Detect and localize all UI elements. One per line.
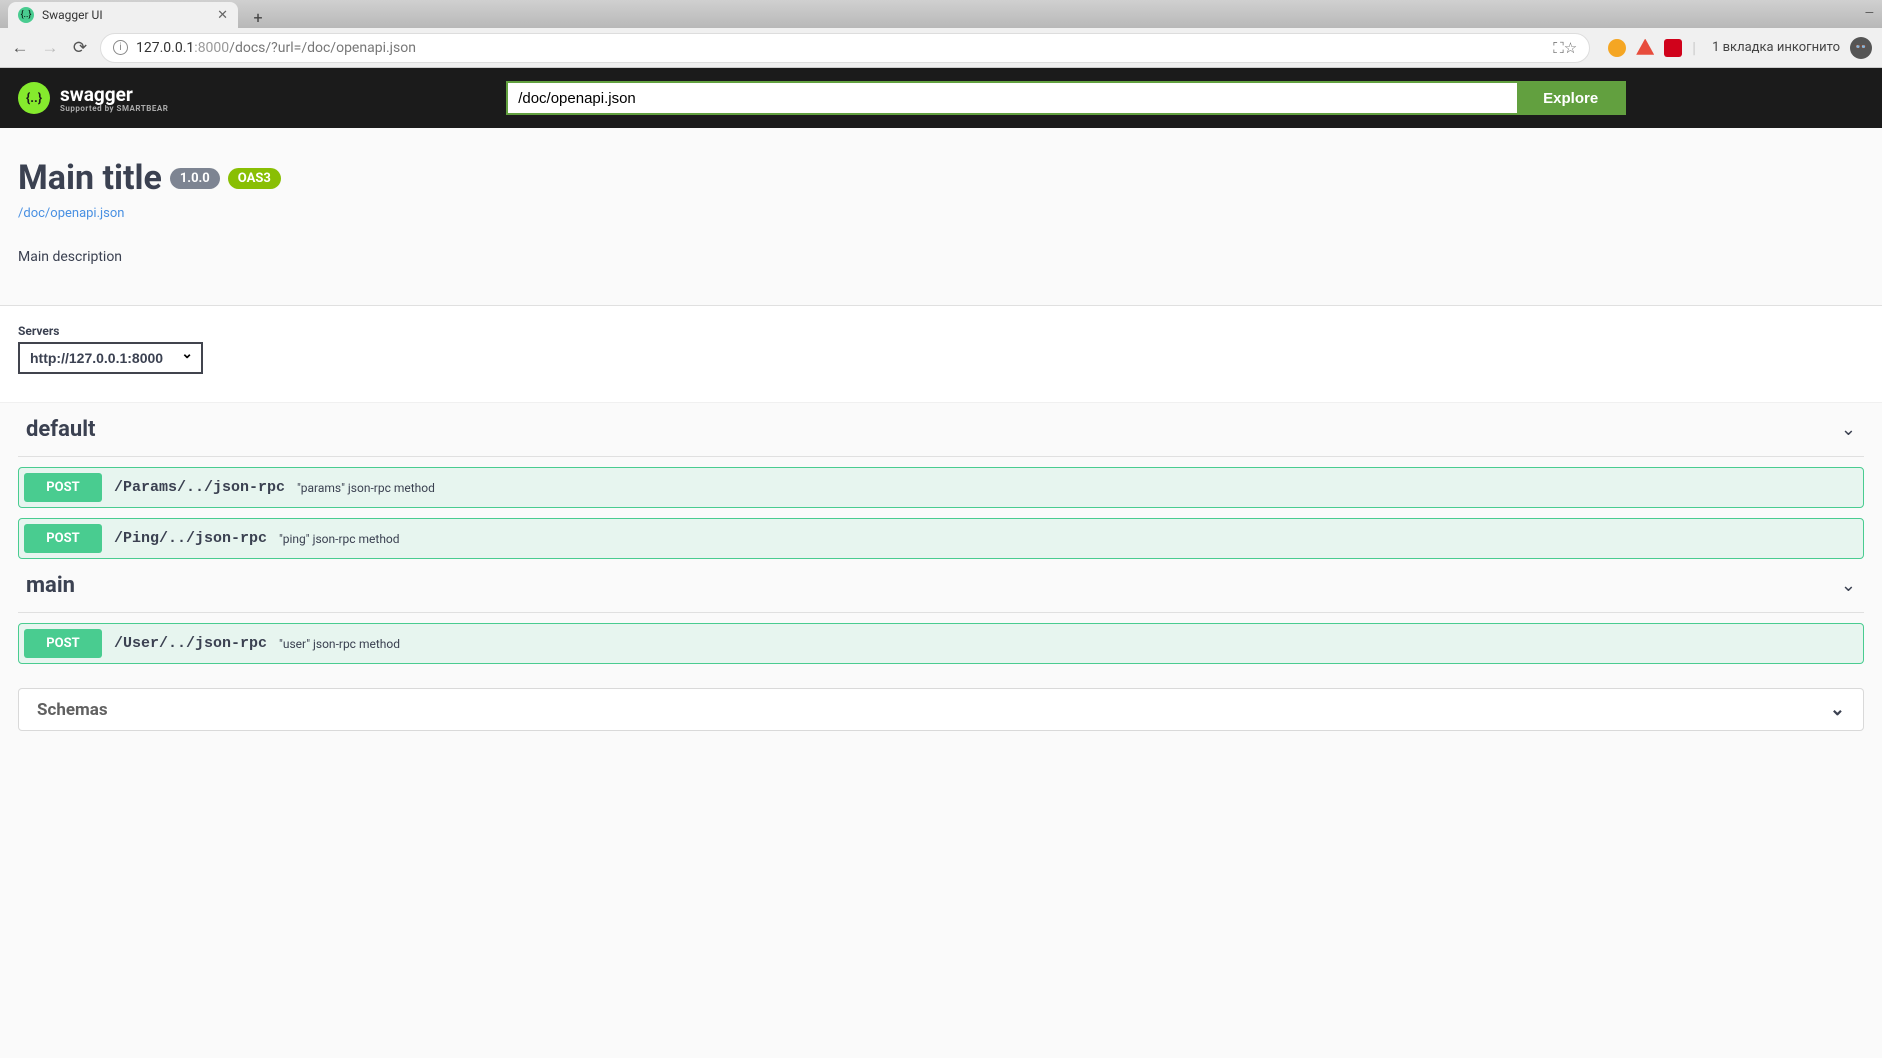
spec-url-input[interactable] (508, 83, 1517, 113)
separator-icon: | (1692, 38, 1696, 57)
chevron-down-icon[interactable]: ⌄ (1830, 699, 1845, 720)
operation-summary: POST/Params/../json-rpc "params" json-rpc… (19, 468, 1863, 507)
window-minimize-icon[interactable]: — (1865, 6, 1874, 20)
method-badge: POST (24, 629, 102, 658)
logo-subtitle: Supported by SMARTBEAR (60, 104, 168, 113)
operation-description: "user" json-rpc method (279, 637, 400, 651)
tag-name: main (26, 573, 75, 598)
method-badge: POST (24, 473, 102, 502)
operation-path: /Ping/../json-rpc (114, 530, 267, 547)
operation-path: /Params/../json-rpc (114, 479, 285, 496)
chevron-down-icon[interactable]: ⌄ (1841, 575, 1856, 596)
tab-title: Swagger UI (42, 8, 103, 22)
schemas-title: Schemas (37, 700, 108, 720)
spec-url-form: Explore (506, 81, 1626, 115)
servers-label: Servers (18, 324, 1864, 338)
extension-icon-2[interactable] (1636, 39, 1654, 57)
spec-link[interactable]: /doc/openapi.json (18, 206, 1864, 221)
operation-block[interactable]: POST/Params/../json-rpc "params" json-rpc… (18, 467, 1864, 508)
schemas-section[interactable]: Schemas ⌄ (18, 688, 1864, 731)
chevron-down-icon[interactable]: ⌄ (1841, 419, 1856, 440)
browser-tab-active[interactable]: {..} Swagger UI ✕ (8, 2, 238, 28)
swagger-topbar: {..} swagger Supported by SMARTBEAR Expl… (0, 68, 1882, 128)
operation-description: "params" json-rpc method (297, 481, 435, 495)
operation-description: "ping" json-rpc method (279, 532, 400, 546)
close-icon[interactable]: ✕ (217, 8, 228, 23)
servers-section: Servers http://127.0.0.1:8000 (0, 306, 1882, 403)
browser-toolbar: ← → ⟳ i 127.0.0.1:8000/docs/?url=/doc/op… (0, 28, 1882, 68)
extensions-area: | 1 вкладка инкогнито 👓 (1608, 37, 1872, 59)
operation-path: /User/../json-rpc (114, 635, 267, 652)
url-host: 127.0.0.1 (136, 40, 194, 56)
tag-header[interactable]: main ⌄ (18, 559, 1864, 613)
operation-block[interactable]: POST/Ping/../json-rpc "ping" json-rpc met… (18, 518, 1864, 559)
tag-name: default (26, 417, 96, 442)
translate-icon[interactable]: ⛶ (1553, 39, 1564, 57)
operations-container: default ⌄ POST/Params/../json-rpc "params" … (0, 403, 1882, 664)
window-controls: — (1865, 6, 1874, 20)
tag-section: main ⌄ POST/User/../json-rpc "user" json-rp… (0, 559, 1882, 664)
api-description: Main description (18, 249, 1864, 265)
url-port: :8000 (194, 40, 229, 56)
url-path: /docs/?url=/doc/openapi.json (229, 40, 416, 56)
swagger-favicon-icon: {..} (18, 7, 34, 23)
reload-button[interactable]: ⟳ (70, 38, 90, 58)
logo-text: swagger (60, 83, 168, 106)
site-info-icon[interactable]: i (113, 40, 128, 55)
swagger-logo-icon: {..} (18, 82, 50, 114)
method-badge: POST (24, 524, 102, 553)
back-button[interactable]: ← (10, 38, 30, 58)
incognito-icon[interactable]: 👓 (1850, 37, 1872, 59)
info-section: Main title 1.0.0 OAS3 /doc/openapi.json … (0, 128, 1882, 265)
operation-summary: POST/Ping/../json-rpc "ping" json-rpc met… (19, 519, 1863, 558)
incognito-label: 1 вкладка инкогнито (1712, 40, 1840, 55)
tag-header[interactable]: default ⌄ (18, 403, 1864, 457)
explore-button[interactable]: Explore (1517, 83, 1624, 113)
tag-section: default ⌄ POST/Params/../json-rpc "params" … (0, 403, 1882, 559)
operation-summary: POST/User/../json-rpc "user" json-rpc met… (19, 624, 1863, 663)
extension-icon-3[interactable] (1664, 39, 1682, 57)
version-badge: 1.0.0 (170, 168, 220, 189)
forward-button[interactable]: → (40, 38, 60, 58)
oas-badge: OAS3 (228, 168, 281, 189)
operation-block[interactable]: POST/User/../json-rpc "user" json-rpc met… (18, 623, 1864, 664)
browser-tab-strip: {..} Swagger UI ✕ + — (0, 0, 1882, 28)
new-tab-button[interactable]: + (244, 6, 272, 28)
swagger-logo[interactable]: {..} swagger Supported by SMARTBEAR (18, 82, 168, 114)
servers-dropdown[interactable]: http://127.0.0.1:8000 (18, 342, 203, 374)
page-title: Main title (18, 158, 162, 198)
bookmark-star-icon[interactable]: ☆ (1564, 39, 1577, 57)
address-bar[interactable]: i 127.0.0.1:8000/docs/?url=/doc/openapi.… (100, 33, 1590, 63)
extension-icon-1[interactable] (1608, 39, 1626, 57)
